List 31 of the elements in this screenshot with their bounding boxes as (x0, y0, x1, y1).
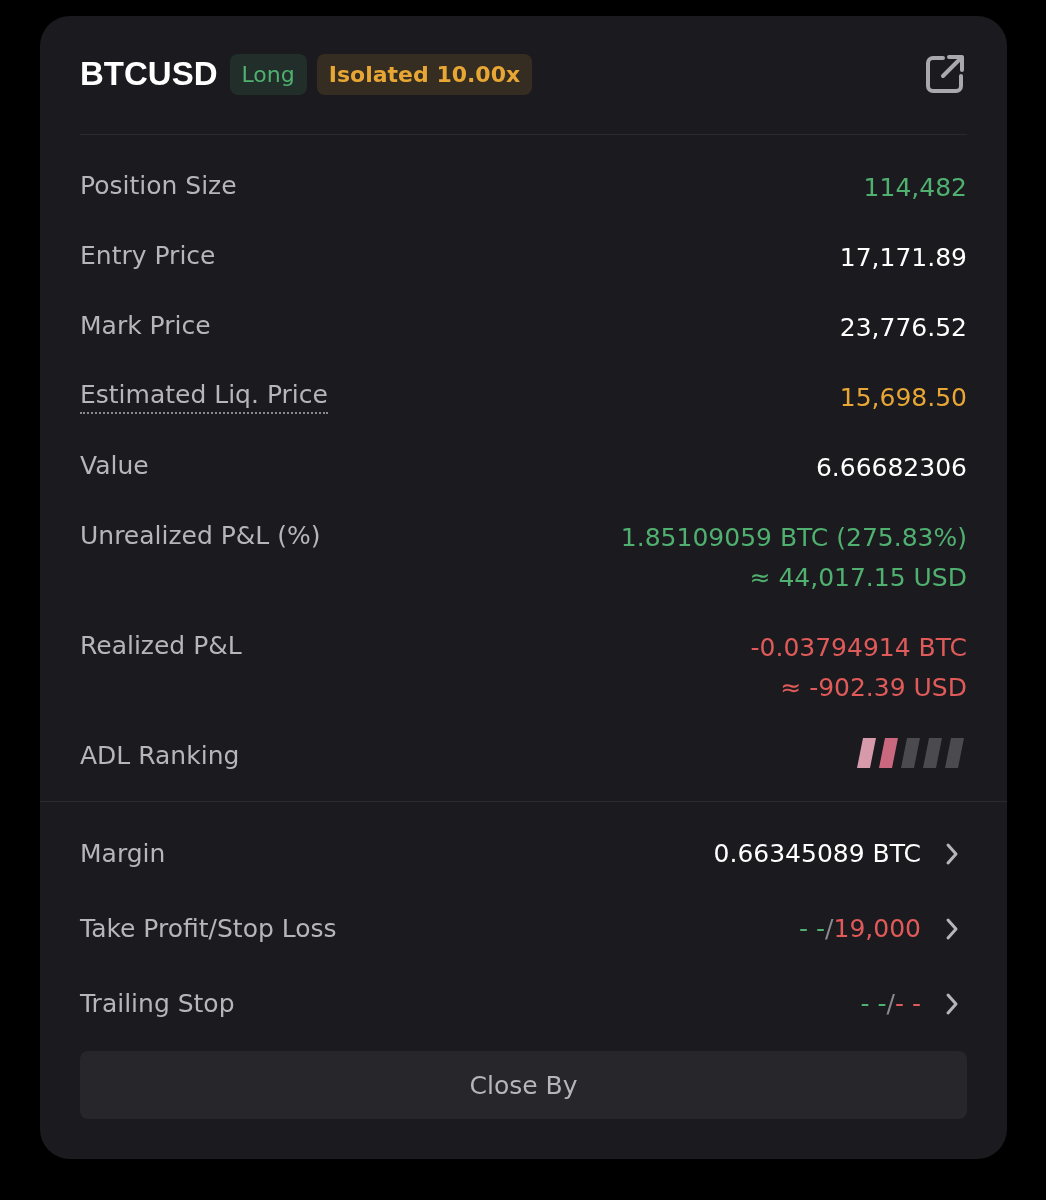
field-label: Unrealized P&L (%) (80, 520, 321, 552)
chevron-right-icon (945, 841, 959, 866)
field-label: Position Size (80, 170, 237, 202)
settings-row-link[interactable]: - -/19,000 (799, 914, 967, 943)
field-label[interactable]: Estimated Liq. Price (80, 378, 328, 414)
chevron-right-icon (945, 991, 959, 1016)
field-value: 6.66682306 (815, 452, 967, 484)
field-value: 17,171.89 (839, 242, 967, 274)
settings-row-link[interactable]: - -/- - (860, 989, 967, 1018)
close-by-button[interactable]: Close By (80, 1051, 967, 1119)
tag: Isolated 10.00x (316, 53, 533, 95)
field-label: Margin (80, 837, 166, 870)
field-label: Take Profit/Stop Loss (80, 912, 337, 945)
field-label: Realized P&L (80, 630, 242, 662)
external-link-icon[interactable] (923, 52, 967, 96)
field-label: Mark Price (80, 310, 211, 342)
tag: Long (229, 53, 307, 95)
field-value: -0.03794914 BTC (750, 632, 967, 664)
field-label: ADL Ranking (80, 740, 240, 772)
field-label: Value (80, 450, 149, 482)
field-value: 1.85109059 BTC (275.83%) (620, 522, 967, 554)
field-value: 15,698.50 (839, 382, 967, 414)
field-value: 114,482 (863, 172, 967, 204)
field-value: 23,776.52 (839, 312, 967, 344)
field-label: Entry Price (80, 240, 216, 272)
field-value: ≈ 44,017.15 USD (749, 562, 967, 594)
settings-row-link[interactable]: 0.66345089 BTC (713, 839, 967, 868)
field-value: ≈ -902.39 USD (780, 672, 967, 704)
symbol-title: BTCUSD (80, 55, 218, 93)
chevron-right-icon (945, 916, 959, 941)
field-label: Trailing Stop (80, 987, 235, 1020)
